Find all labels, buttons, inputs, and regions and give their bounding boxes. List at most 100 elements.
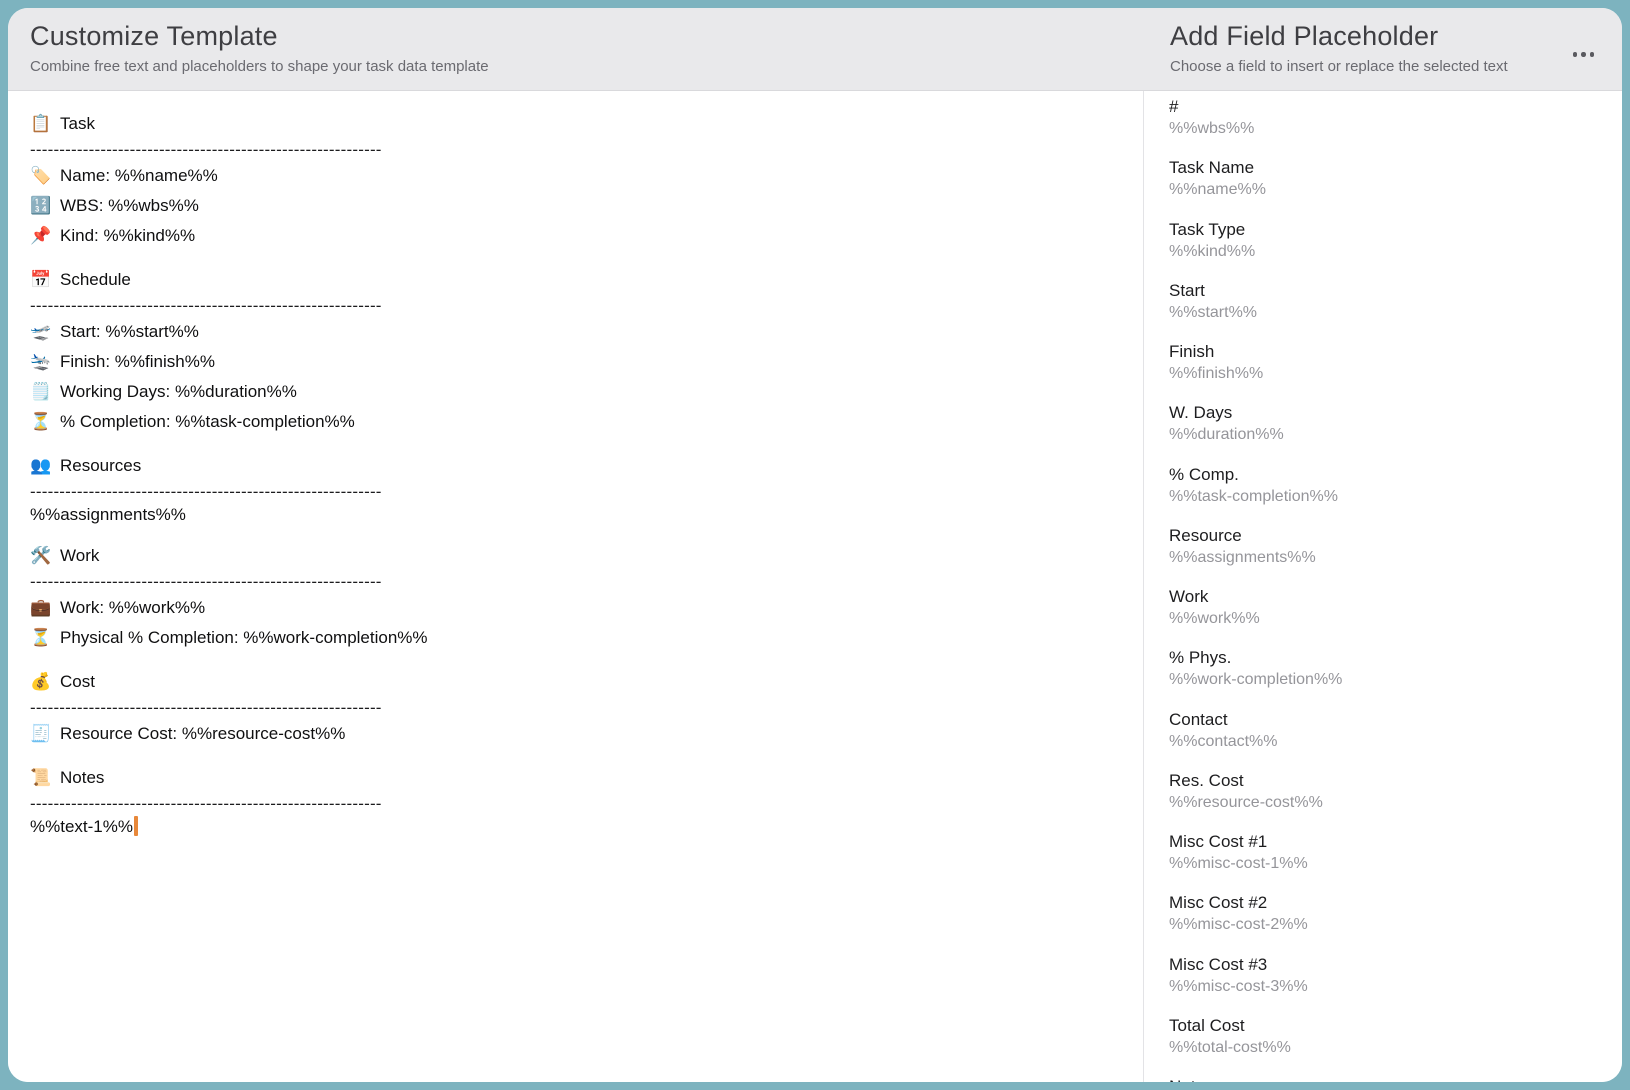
line-text: Work: %%work%% <box>60 598 205 617</box>
field-label: Task Type <box>1169 219 1622 241</box>
field-label: % Comp. <box>1169 464 1622 486</box>
field-label: W. Days <box>1169 402 1622 424</box>
field-placeholder-token: %%misc-cost-1%% <box>1169 853 1622 875</box>
template-line: 🧾Resource Cost: %%resource-cost%% <box>30 719 1143 749</box>
field-label: Res. Cost <box>1169 770 1622 792</box>
section-rows: 🏷️Name: %%name%%🔢WBS: %%wbs%%📌Kind: %%ki… <box>30 161 1143 251</box>
calendar-icon: 📅 <box>30 265 60 295</box>
field-item[interactable]: % Comp. %%task-completion%% <box>1169 464 1622 508</box>
section-title: Schedule <box>60 270 131 289</box>
section-heading: 📋Task <box>30 109 1143 139</box>
field-item[interactable]: Res. Cost %%resource-cost%% <box>1169 770 1622 814</box>
field-item[interactable]: Start %%start%% <box>1169 280 1622 324</box>
template-line: 📌Kind: %%kind%% <box>30 221 1143 251</box>
field-item[interactable]: Task Type %%kind%% <box>1169 219 1622 263</box>
hourglass-icon: ⏳ <box>30 407 60 437</box>
clipboard-icon: 📋 <box>30 109 60 139</box>
panel-title: Add Field Placeholder <box>1170 21 1508 52</box>
more-options-button[interactable] <box>1569 48 1599 61</box>
ellipsis-dot <box>1590 52 1595 57</box>
window-body: 📋Task ----------------------------------… <box>8 91 1622 1082</box>
line-text: %%assignments%% <box>30 505 186 524</box>
field-item[interactable]: Total Cost %%total-cost%% <box>1169 1015 1622 1059</box>
template-line: 🛫Start: %%start%% <box>30 317 1143 347</box>
field-item[interactable]: Task Name %%name%% <box>1169 157 1622 201</box>
field-item[interactable]: W. Days %%duration%% <box>1169 402 1622 446</box>
field-item[interactable]: Misc Cost #3 %%misc-cost-3%% <box>1169 954 1622 998</box>
template-line: ⏳% Completion: %%task-completion%% <box>30 407 1143 437</box>
section-title: Resources <box>60 456 141 475</box>
field-item[interactable]: % Phys. %%work-completion%% <box>1169 647 1622 691</box>
field-placeholder-token: %%total-cost%% <box>1169 1037 1622 1059</box>
field-placeholder-token: %%work%% <box>1169 608 1622 630</box>
field-placeholder-token: %%start%% <box>1169 302 1622 324</box>
field-placeholder-token: %%misc-cost-3%% <box>1169 976 1622 998</box>
section-heading: 🛠️Work <box>30 541 1143 571</box>
window-header: Customize Template Combine free text and… <box>8 8 1622 91</box>
template-section: 📜Notes ---------------------------------… <box>30 763 1143 839</box>
page-title: Customize Template <box>30 21 489 52</box>
template-line: ⏳Physical % Completion: %%work-completio… <box>30 623 1143 653</box>
line-text: Physical % Completion: %%work-completion… <box>60 628 428 647</box>
dashed-separator: ----------------------------------------… <box>30 481 1143 503</box>
field-label: Contact <box>1169 709 1622 731</box>
section-heading: 📜Notes <box>30 763 1143 793</box>
field-placeholder-token: %%name%% <box>1169 179 1622 201</box>
field-placeholder-token: %%misc-cost-2%% <box>1169 914 1622 936</box>
dashed-separator: ----------------------------------------… <box>30 793 1143 815</box>
line-text: WBS: %%wbs%% <box>60 196 199 215</box>
scroll-icon: 📜 <box>30 763 60 793</box>
ellipsis-dot <box>1581 52 1586 57</box>
dashed-separator: ----------------------------------------… <box>30 571 1143 593</box>
dashed-separator: ----------------------------------------… <box>30 697 1143 719</box>
section-title: Notes <box>60 768 104 787</box>
dashed-separator: ----------------------------------------… <box>30 295 1143 317</box>
field-label: # <box>1169 96 1622 118</box>
input-numbers-icon: 🔢 <box>30 191 60 221</box>
line-text: Kind: %%kind%% <box>60 226 195 245</box>
template-line: 🛬Finish: %%finish%% <box>30 347 1143 377</box>
field-item[interactable]: Work %%work%% <box>1169 586 1622 630</box>
line-text: Start: %%start%% <box>60 322 199 341</box>
section-title: Task <box>60 114 95 133</box>
field-label: Notes <box>1169 1076 1622 1082</box>
field-item[interactable]: Misc Cost #2 %%misc-cost-2%% <box>1169 892 1622 936</box>
page-subtitle: Combine free text and placeholders to sh… <box>30 58 489 75</box>
airplane-arrival-icon: 🛬 <box>30 347 60 377</box>
section-rows: 💼Work: %%work%%⏳Physical % Completion: %… <box>30 593 1143 653</box>
field-item[interactable]: Misc Cost #1 %%misc-cost-1%% <box>1169 831 1622 875</box>
field-placeholder-list[interactable]: # %%wbs%% Task Name %%name%% Task Type %… <box>1143 91 1622 1082</box>
line-text: Resource Cost: %%resource-cost%% <box>60 724 345 743</box>
field-placeholder-token: %%work-completion%% <box>1169 669 1622 691</box>
field-item[interactable]: # %%wbs%% <box>1169 96 1622 140</box>
field-label: Task Name <box>1169 157 1622 179</box>
field-item[interactable]: Resource %%assignments%% <box>1169 525 1622 569</box>
customize-template-window: Customize Template Combine free text and… <box>8 8 1622 1082</box>
receipt-icon: 🧾 <box>30 719 60 749</box>
ellipsis-dot <box>1573 52 1578 57</box>
section-title: Work <box>60 546 99 565</box>
field-item[interactable]: Notes <box>1169 1076 1622 1082</box>
template-section: 📅Schedule ------------------------------… <box>30 265 1143 437</box>
briefcase-icon: 💼 <box>30 593 60 623</box>
template-line: %%text-1%% <box>30 815 1143 839</box>
field-label: Start <box>1169 280 1622 302</box>
template-line: 💼Work: %%work%% <box>30 593 1143 623</box>
field-item[interactable]: Finish %%finish%% <box>1169 341 1622 385</box>
text-cursor <box>134 816 138 836</box>
field-item[interactable]: Contact %%contact%% <box>1169 709 1622 753</box>
field-placeholder-token: %%wbs%% <box>1169 118 1622 140</box>
template-editor[interactable]: 📋Task ----------------------------------… <box>8 91 1143 1082</box>
section-rows: %%assignments%% <box>30 503 1143 527</box>
field-label: % Phys. <box>1169 647 1622 669</box>
panel-subtitle: Choose a field to insert or replace the … <box>1170 58 1508 75</box>
field-placeholder-token: %%finish%% <box>1169 363 1622 385</box>
right-header: Add Field Placeholder Choose a field to … <box>1170 21 1508 75</box>
airplane-departure-icon: 🛫 <box>30 317 60 347</box>
field-placeholder-token: %%contact%% <box>1169 731 1622 753</box>
field-label: Misc Cost #2 <box>1169 892 1622 914</box>
dashed-separator: ----------------------------------------… <box>30 139 1143 161</box>
label-tag-icon: 🏷️ <box>30 161 60 191</box>
field-label: Finish <box>1169 341 1622 363</box>
field-label: Misc Cost #3 <box>1169 954 1622 976</box>
